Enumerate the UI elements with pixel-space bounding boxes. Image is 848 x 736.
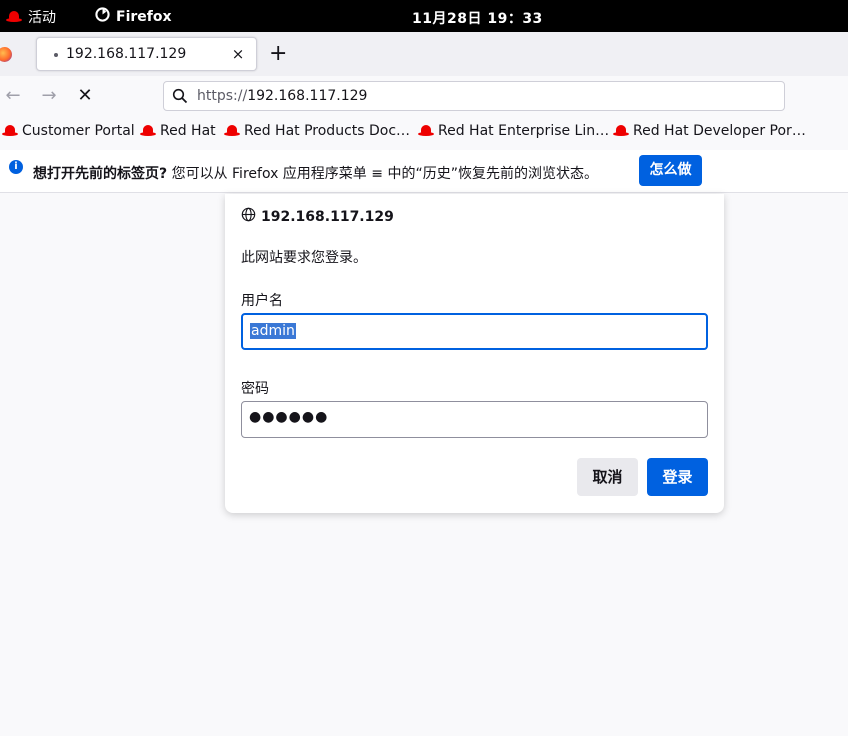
- redhat-icon: [224, 125, 240, 137]
- globe-icon: [241, 207, 256, 226]
- firefox-view-icon[interactable]: [0, 47, 12, 62]
- url-host: 192.168.117.129: [247, 88, 368, 104]
- dialog-host-text: 192.168.117.129: [261, 208, 394, 225]
- bookmark-label: Customer Portal: [22, 123, 135, 139]
- dialog-host: 192.168.117.129: [241, 207, 394, 226]
- tab-title: 192.168.117.129: [66, 46, 187, 62]
- redhat-icon: [2, 125, 18, 137]
- how-to-button[interactable]: 怎么做: [639, 155, 702, 186]
- bookmark-label: Red Hat Developer Por…: [633, 123, 806, 139]
- redhat-icon: [140, 125, 156, 137]
- redhat-icon: [418, 125, 434, 137]
- infobar-text: 您可以从 Firefox 应用程序菜单 ≡ 中的“历史”恢复先前的浏览状态。: [167, 166, 598, 182]
- activities-label: 活动: [28, 10, 56, 26]
- bookmark-enterprise-linux[interactable]: Red Hat Enterprise Lin…: [418, 123, 609, 139]
- tab-close-icon[interactable]: ×: [228, 44, 248, 64]
- stop-button[interactable]: ✕: [73, 85, 97, 109]
- back-button[interactable]: ←: [1, 85, 25, 109]
- password-label: 密码: [241, 381, 269, 397]
- tab-strip: 192.168.117.129 × +: [0, 32, 848, 76]
- infobar-title: 想打开先前的标签页?: [33, 166, 168, 182]
- bookmark-customer-portal[interactable]: Customer Portal: [2, 123, 135, 139]
- url-bar[interactable]: https://192.168.117.129: [163, 81, 785, 111]
- auth-dialog: 192.168.117.129 此网站要求您登录。 用户名 admin 密码 ●…: [225, 194, 724, 513]
- tab-loading-icon: [54, 53, 58, 57]
- info-icon: i: [9, 160, 23, 174]
- search-icon: [172, 88, 188, 108]
- bookmark-products-docs[interactable]: Red Hat Products Doc…: [224, 123, 410, 139]
- bookmark-label: Red Hat: [160, 123, 216, 139]
- redhat-icon: [613, 125, 629, 137]
- navigation-toolbar: ← → ✕ https://192.168.117.129: [0, 76, 848, 117]
- redhat-logo-icon: [6, 11, 22, 23]
- username-label: 用户名: [241, 293, 283, 309]
- bookmark-red-hat[interactable]: Red Hat: [140, 123, 216, 139]
- login-button[interactable]: 登录: [647, 458, 708, 496]
- username-field[interactable]: admin: [241, 313, 708, 350]
- password-field[interactable]: ●●●●●●: [241, 401, 708, 438]
- url-scheme: https://: [197, 88, 248, 104]
- url-text: https://192.168.117.129: [197, 88, 367, 104]
- bookmark-developer-portal[interactable]: Red Hat Developer Por…: [613, 123, 806, 139]
- bookmarks-toolbar: Customer Portal Red Hat Red Hat Products…: [0, 117, 848, 149]
- activities-button[interactable]: 活动: [6, 7, 56, 27]
- session-restore-infobar: i 想打开先前的标签页? 您可以从 Firefox 应用程序菜单 ≡ 中的“历史…: [0, 150, 848, 193]
- bookmark-label: Red Hat Enterprise Lin…: [438, 123, 610, 139]
- app-menu[interactable]: Firefox: [95, 7, 172, 26]
- dialog-message: 此网站要求您登录。: [241, 250, 367, 266]
- infobar-message: 想打开先前的标签页? 您可以从 Firefox 应用程序菜单 ≡ 中的“历史”恢…: [33, 163, 598, 183]
- tab-active[interactable]: 192.168.117.129 ×: [36, 37, 257, 71]
- system-top-bar: 活动 Firefox 11月28日 19：33: [0, 0, 848, 32]
- clock[interactable]: 11月28日 19：33: [412, 8, 543, 28]
- new-tab-button[interactable]: +: [269, 43, 287, 65]
- firefox-app-icon: [95, 7, 110, 26]
- app-name: Firefox: [116, 8, 172, 25]
- bookmark-label: Red Hat Products Doc…: [244, 123, 411, 139]
- password-value: ●●●●●●: [249, 409, 329, 425]
- forward-button[interactable]: →: [37, 85, 61, 109]
- cancel-button[interactable]: 取消: [577, 458, 638, 496]
- username-value: admin: [250, 323, 296, 339]
